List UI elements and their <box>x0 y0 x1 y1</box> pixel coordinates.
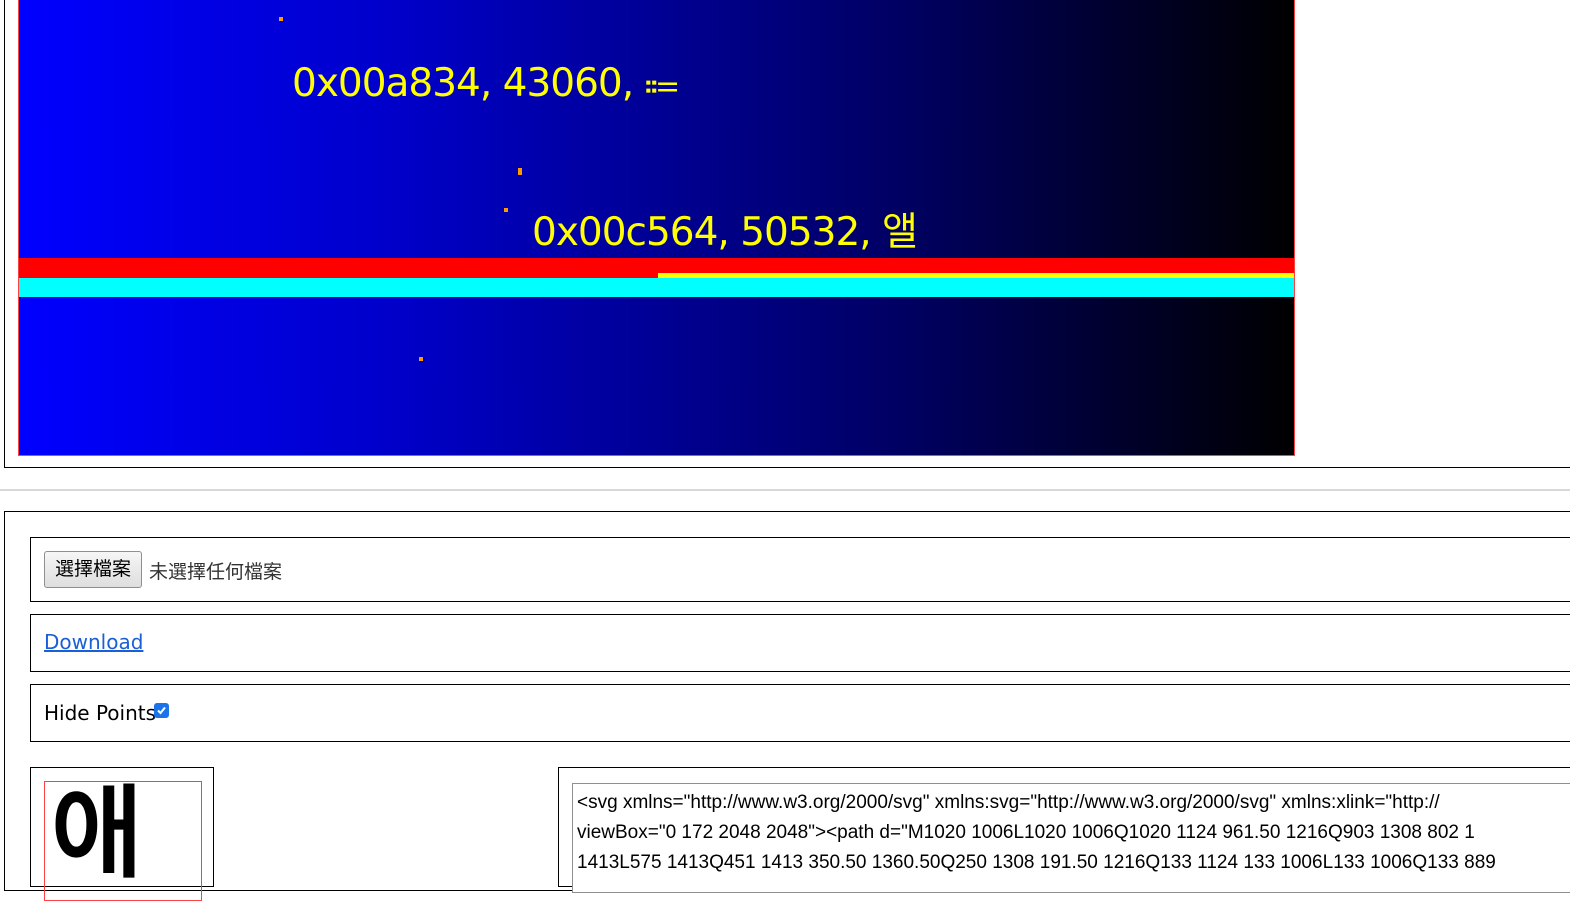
point-marker <box>419 357 423 361</box>
point-marker <box>518 168 522 175</box>
point-marker <box>279 17 283 21</box>
checkmark-icon <box>157 706 166 715</box>
glyph-preview-char: 애 <box>51 781 143 892</box>
hide-points-checkbox[interactable] <box>154 703 169 718</box>
choose-file-button[interactable]: 選擇檔案 <box>44 551 143 588</box>
glyph-preview-frame: 애 <box>44 781 202 901</box>
svg-output-panel: <svg xmlns="http://www.w3.org/2000/svg" … <box>558 767 1570 893</box>
codepoint-label-2: 0x00c564, 50532, 앨 <box>532 210 918 255</box>
file-input-row: 選擇檔案 未選擇任何檔案 <box>30 537 1570 602</box>
point-marker <box>504 208 508 212</box>
hide-points-label: Hide Points <box>44 701 157 725</box>
file-status-text: 未選擇任何檔案 <box>149 561 283 583</box>
cyan-band <box>19 278 1294 297</box>
download-row: Download <box>30 614 1570 672</box>
divider <box>0 489 1570 491</box>
download-link[interactable]: Download <box>44 630 143 654</box>
glyph-preview-panel: 애 <box>30 767 214 901</box>
hide-points-row: Hide Points <box>30 684 1570 742</box>
svg-output-textarea[interactable]: <svg xmlns="http://www.w3.org/2000/svg" … <box>572 783 1570 893</box>
codepoint-label-1: 0x00a834, 43060, ⩴ <box>292 61 679 106</box>
glyph-canvas[interactable]: 0x00a834, 43060, ⩴ 0x00c564, 50532, 앨 <box>18 0 1295 456</box>
